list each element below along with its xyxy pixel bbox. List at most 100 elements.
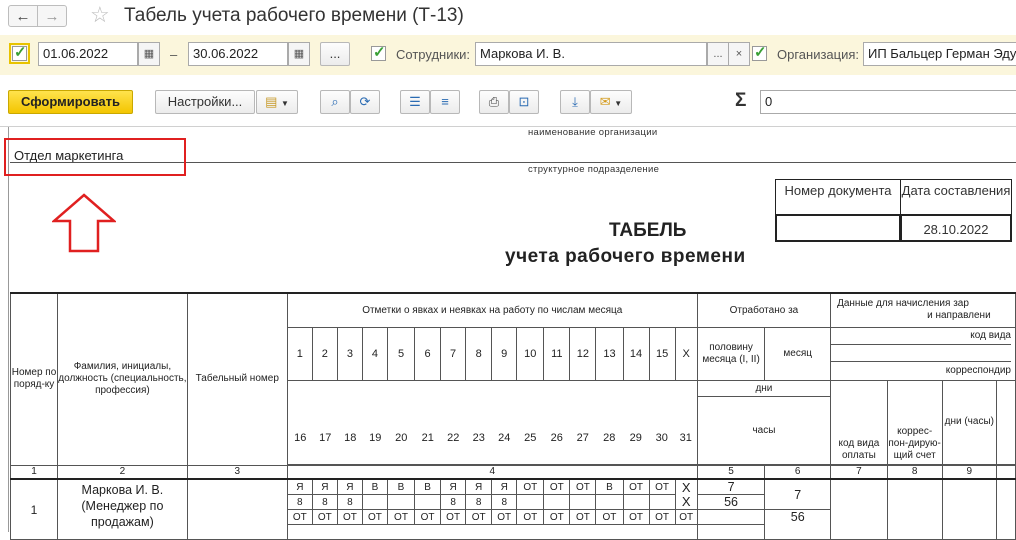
mark-cell: ОТ <box>595 509 624 525</box>
mark-cell: ОТ <box>648 509 676 525</box>
window-title: Табель учета рабочего времени (Т-13) <box>124 5 464 26</box>
folder-icon: ▤ <box>265 94 278 109</box>
find-next-button[interactable]: ⟳ <box>350 90 380 114</box>
mark-cell: В <box>414 478 442 495</box>
organization-caption: наименование организации <box>528 127 658 138</box>
day-3: 3 <box>336 326 363 381</box>
employees-label: Сотрудники: <box>396 47 471 62</box>
collapse-icon: ≡ <box>441 94 449 109</box>
mark-cell: ОТ <box>465 509 493 525</box>
expand-groups-button[interactable]: ☰ <box>400 90 430 114</box>
mark-cell: ОТ <box>440 509 467 525</box>
col-header-marks: Отметки о явках и неявках на работу по ч… <box>286 292 698 328</box>
corr-account-col-header: коррес-пон-дирую-щий счет <box>886 379 943 465</box>
organization-input[interactable]: ИП Бальцер Герман Эду <box>863 42 1016 66</box>
report-margin-line <box>8 127 9 532</box>
hours-cell: 8 <box>491 494 518 510</box>
check-icon: ✓ <box>373 44 386 61</box>
half-hours-value: 56 <box>696 494 766 510</box>
save-button[interactable]: ⤓ <box>560 90 590 114</box>
col-header-payroll: Данные для начисления зар и направлени <box>830 292 1016 328</box>
send-email-button[interactable]: ✉ ▼ <box>590 90 632 114</box>
day-9: 9 <box>491 326 518 381</box>
download-icon: ⤓ <box>572 94 578 109</box>
doc-number-header: Номер документа <box>775 179 901 215</box>
expand-icon: ☰ <box>409 94 421 109</box>
mark-cell: ОТ <box>336 509 363 525</box>
print-button[interactable]: ⎙ <box>479 90 509 114</box>
mark-cell: ОТ <box>622 509 650 525</box>
employees-checkbox[interactable]: ✓ <box>371 44 386 61</box>
day-5: 5 <box>386 326 416 381</box>
col-num-5: 5 <box>696 464 766 480</box>
generate-button[interactable]: Сформировать <box>8 90 133 114</box>
mark-cell: ОТ <box>516 509 545 525</box>
mark-cell: ОТ <box>516 478 545 495</box>
employees-clear-icon[interactable]: × <box>728 42 750 66</box>
mark-cell: В <box>595 478 624 495</box>
variants-dropdown-button[interactable]: ▤ ▼ <box>256 90 298 114</box>
up-arrow-icon <box>52 193 116 253</box>
col-header-name: Фамилия, инициалы, должность (специально… <box>57 292 188 466</box>
employee-number: 1 <box>9 478 59 540</box>
preview-icon: ⊡ <box>518 94 530 109</box>
find-button[interactable]: ⌕ <box>320 90 350 114</box>
calendar-from-icon[interactable]: ▦ <box>138 42 160 66</box>
mark-cell: Я <box>336 478 363 495</box>
forward-arrow-icon[interactable]: → <box>37 5 67 27</box>
day-7: 7 <box>440 326 467 381</box>
month-header: месяц <box>764 326 832 381</box>
hours-cell <box>622 494 650 510</box>
pay-code-header: код вида корреспондир <box>830 326 1016 381</box>
month-days-value: 7 <box>764 478 832 510</box>
hours-cell: 8 <box>465 494 493 510</box>
hours-cell <box>414 494 442 510</box>
col-num-9: 9 <box>941 464 998 480</box>
title-bar: ← → ☆ Табель учета рабочего времени (Т-1… <box>0 0 1016 34</box>
chevron-down-icon: ▼ <box>281 99 289 108</box>
favorite-star-icon[interactable]: ☆ <box>90 2 110 28</box>
check-icon: ✓ <box>754 44 767 61</box>
col-header-worked: Отработано за <box>696 292 832 328</box>
mark-cell: ОТ <box>648 478 676 495</box>
timesheet-table: Номер по поряд-ку Фамилия, инициалы, дол… <box>9 292 1016 540</box>
doc-date-value: 28.10.2022 <box>900 214 1012 242</box>
col-header-number: Номер по поряд-ку <box>9 292 59 466</box>
hours-cell <box>361 494 388 510</box>
print-preview-button[interactable]: ⊡ <box>509 90 539 114</box>
mark-cell: ОТ <box>311 509 338 525</box>
period-from-input[interactable]: 01.06.2022 <box>38 42 138 66</box>
mark-cell: Я <box>440 478 467 495</box>
hours-cell <box>543 494 571 510</box>
organization-checkbox[interactable]: ✓ <box>752 44 767 61</box>
mark-cell: ОТ <box>569 509 597 525</box>
back-arrow-icon[interactable]: ← <box>8 5 38 27</box>
period-checkbox[interactable]: ✓ <box>9 43 30 64</box>
col-num-4: 4 <box>286 464 698 480</box>
employees-input[interactable]: Маркова И. В. <box>475 42 707 66</box>
hours-cell: 8 <box>336 494 363 510</box>
mark-cell: Я <box>286 478 313 495</box>
mark-cell: Я <box>465 478 493 495</box>
hours-label: часы <box>696 395 832 465</box>
period-select-button[interactable]: ... <box>320 42 350 66</box>
settings-button[interactable]: Настройки... <box>155 90 255 114</box>
day-13: 13 <box>595 326 624 381</box>
col-num-6: 6 <box>764 464 832 480</box>
day-x: X <box>674 326 698 381</box>
employee-name: Маркова И. В. (Менеджер по продажам) <box>57 478 188 540</box>
day-10: 10 <box>516 326 545 381</box>
collapse-groups-button[interactable]: ≡ <box>430 90 460 114</box>
day-14: 14 <box>622 326 650 381</box>
period-to-input[interactable]: 30.06.2022 <box>188 42 288 66</box>
employee-tab-number <box>186 478 288 540</box>
sum-value-field: 0 <box>760 90 1016 114</box>
col-num-3: 3 <box>186 464 288 480</box>
hours-cell <box>386 494 416 510</box>
pay-code-col-header: код вида оплаты <box>830 379 888 465</box>
mark-cell-x: XX <box>674 478 698 510</box>
calendar-to-icon[interactable]: ▦ <box>288 42 310 66</box>
report-title: ТАБЕЛЬ <box>609 220 687 241</box>
mark-cell: ОТ <box>414 509 442 525</box>
employees-select-button[interactable]: ... <box>707 42 729 66</box>
